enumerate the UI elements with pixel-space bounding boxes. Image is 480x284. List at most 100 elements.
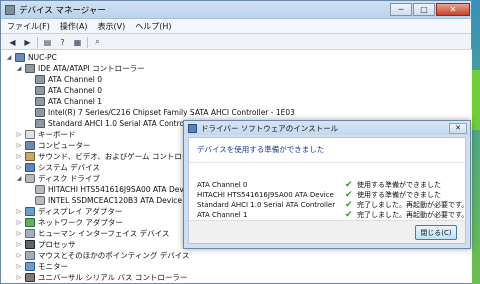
properties-icon[interactable]: ▤: [42, 37, 53, 48]
computer-icon: [25, 141, 35, 150]
device-status-row: Standard AHCI 1.0 Serial ATA Controller …: [197, 200, 468, 210]
desktop-background-decoration: [472, 70, 480, 130]
keyboard-icon: [25, 130, 35, 139]
disk-drive-icon: [25, 174, 35, 183]
check-icon: ✔: [345, 180, 353, 190]
tree-root[interactable]: ◢ NUC-PC: [5, 52, 57, 63]
collapse-icon[interactable]: ◢: [15, 175, 23, 182]
check-icon: ✔: [345, 200, 353, 210]
tree-item-mouse[interactable]: ▷ マウスとそのほかのポインティング デバイス: [15, 250, 189, 261]
tree-item-ide-child[interactable]: Intel(R) 7 Series/C216 Chipset Family SA…: [25, 107, 295, 118]
menu-bar: ファイル(F) 操作(A) 表示(V) ヘルプ(H): [1, 19, 471, 34]
expand-icon[interactable]: ▷: [15, 164, 23, 171]
disk-drive-icon: [35, 196, 45, 205]
help-icon[interactable]: ?: [57, 37, 68, 48]
tree-item-label: ヒューマン インターフェイス デバイス: [38, 229, 170, 238]
tree-item-label: ATA Channel 0: [48, 86, 103, 95]
view-icon[interactable]: ▦: [72, 37, 83, 48]
expand-icon[interactable]: ▷: [15, 153, 23, 160]
tree-item-disk[interactable]: ◢ ディスク ドライブ: [15, 173, 100, 184]
tree-item-label: ディスプレイ アダプター: [38, 207, 123, 216]
tree-item-monitor[interactable]: ▷ モニター: [15, 261, 68, 272]
dialog-title: ドライバー ソフトウェアのインストール: [201, 123, 339, 133]
device-status: 使用する準備ができました: [357, 191, 441, 199]
check-icon: ✔: [345, 190, 353, 200]
close-button[interactable]: ✕: [436, 3, 470, 16]
ide-channel-icon: [35, 75, 45, 84]
tree-item-usb[interactable]: ▷ ユニバーサル シリアル バス コントローラー: [15, 272, 187, 283]
expand-icon[interactable]: ▷: [15, 263, 23, 270]
mouse-icon: [25, 251, 35, 260]
device-name: Standard AHCI 1.0 Serial ATA Controller: [197, 201, 336, 209]
tree-item-keyboard[interactable]: ▷ キーボード: [15, 129, 76, 140]
minimize-button[interactable]: ─: [390, 3, 412, 16]
collapse-icon[interactable]: ◢: [15, 65, 23, 72]
divider: [189, 162, 465, 163]
forward-arrow-icon[interactable]: ▶: [22, 37, 33, 48]
tree-item-label: ATA Channel 0: [48, 75, 103, 84]
close-dialog-button[interactable]: 閉じる(C): [415, 225, 457, 240]
expand-icon[interactable]: ▷: [15, 241, 23, 248]
collapse-icon[interactable]: ◢: [5, 54, 13, 61]
ide-controller-icon: [25, 64, 35, 73]
dialog-footer: 閉じる(C): [189, 220, 465, 243]
device-status: 完了しました。再起動が必要です。: [357, 211, 469, 219]
dialog-close-button[interactable]: ✕: [449, 122, 467, 134]
tree-item-network[interactable]: ▷ ネットワーク アダプター: [15, 217, 123, 228]
tree-root-label: NUC-PC: [28, 53, 57, 62]
tree-item-label: マウスとそのほかのポインティング デバイス: [38, 251, 190, 260]
window-title: デバイス マネージャー: [19, 5, 106, 16]
tree-item-label: サウンド、ビデオ、およびゲーム コントローラー: [38, 152, 205, 161]
tree-item-system[interactable]: ▷ システム デバイス: [15, 162, 100, 173]
expand-icon[interactable]: ▷: [15, 274, 23, 281]
expand-icon[interactable]: ▷: [15, 230, 23, 237]
tree-item-disk-child[interactable]: INTEL SSDMCEAC120B3 ATA Device: [25, 195, 182, 206]
display-adapter-icon: [25, 207, 35, 216]
tree-item-display[interactable]: ▷ ディスプレイ アダプター: [15, 206, 122, 217]
tree-item-label: ディスク ドライブ: [38, 174, 100, 183]
dialog-title-bar[interactable]: ドライバー ソフトウェアのインストール ✕: [184, 121, 470, 135]
tree-item-label: Intel(R) 7 Series/C216 Chipset Family SA…: [48, 108, 295, 117]
device-status-row: ATA Channel 1 ✔ 完了しました。再起動が必要です。: [197, 210, 468, 220]
expand-icon[interactable]: ▷: [15, 142, 23, 149]
ide-channel-icon: [35, 108, 45, 117]
expand-icon[interactable]: ▷: [15, 208, 23, 215]
tree-item-processor[interactable]: ▷ プロセッサ: [15, 239, 76, 250]
device-status-row: ATA Channel 0 ✔ 使用する準備ができました: [197, 180, 441, 190]
tree-item-computer[interactable]: ▷ コンピューター: [15, 140, 91, 151]
device-name: ATA Channel 0: [197, 181, 248, 189]
monitor-icon: [25, 262, 35, 271]
back-arrow-icon[interactable]: ◀: [7, 37, 18, 48]
tree-item-label: ATA Channel 1: [48, 97, 103, 106]
menu-action[interactable]: 操作(A): [60, 21, 88, 32]
tree-item-ide-child[interactable]: ATA Channel 0: [25, 85, 102, 96]
driver-icon: [188, 123, 197, 133]
tree-item-disk-child[interactable]: HITACHI HTS541616J9SA00 ATA Device: [25, 184, 195, 195]
maximize-button[interactable]: □: [413, 3, 435, 16]
expand-icon[interactable]: ▷: [15, 131, 23, 138]
menu-file[interactable]: ファイル(F): [7, 21, 50, 32]
tree-item-sound[interactable]: ▷ サウンド、ビデオ、およびゲーム コントローラー: [15, 151, 204, 162]
menu-help[interactable]: ヘルプ(H): [135, 21, 171, 32]
tree-item-label: キーボード: [38, 130, 76, 139]
system-devices-icon: [25, 163, 35, 172]
tree-item-label: システム デバイス: [38, 163, 100, 172]
disk-drive-icon: [35, 185, 45, 194]
check-icon: ✔: [345, 210, 353, 220]
sound-icon: [25, 152, 35, 161]
tree-item-label: モニター: [38, 262, 68, 271]
expand-icon[interactable]: ▷: [15, 219, 23, 226]
title-bar[interactable]: デバイス マネージャー ─ □ ✕: [1, 1, 471, 19]
menu-view[interactable]: 表示(V): [98, 21, 126, 32]
toolbar-separator: [37, 36, 38, 48]
tree-item-ide-child[interactable]: ATA Channel 1: [25, 96, 102, 107]
expand-icon[interactable]: ▷: [15, 252, 23, 259]
tree-item-ide[interactable]: ◢ IDE ATA/ATAPI コントローラー: [15, 63, 145, 74]
scan-icon[interactable]: ⌕: [92, 37, 103, 48]
toolbar-separator: [87, 36, 88, 48]
tree-item-label: IDE ATA/ATAPI コントローラー: [38, 64, 145, 73]
tree-item-ide-child[interactable]: Standard AHCI 1.0 Serial ATA Controller: [25, 118, 196, 129]
tree-item-hid[interactable]: ▷ ヒューマン インターフェイス デバイス: [15, 228, 169, 239]
dialog-body: デバイスを使用する準備ができました ATA Channel 0 ✔ 使用する準備…: [188, 137, 468, 244]
tree-item-ide-child[interactable]: ATA Channel 0: [25, 74, 102, 85]
